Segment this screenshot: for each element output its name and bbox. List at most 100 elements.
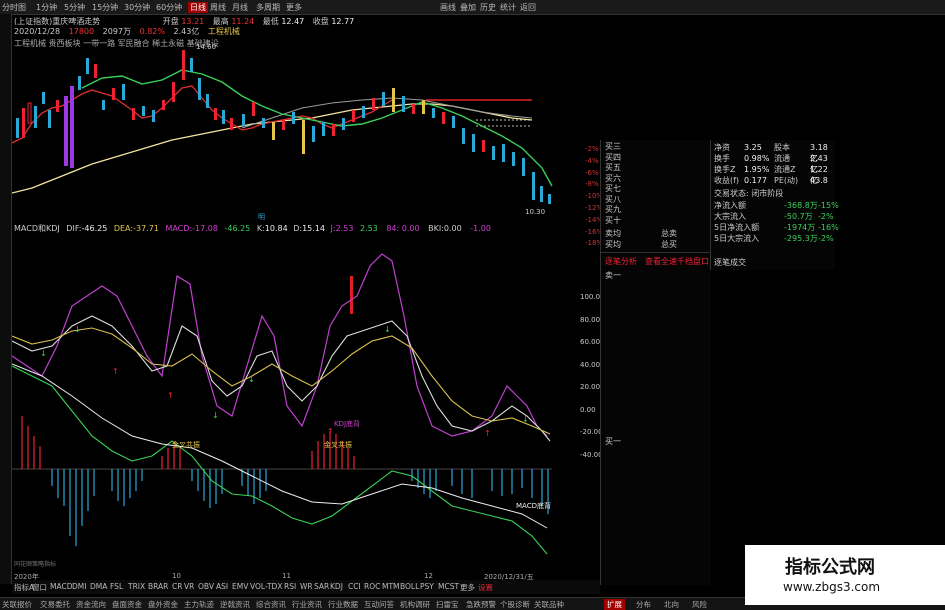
tab-full-depth[interactable]: 查看全速千档盘口 (645, 256, 709, 267)
bottom-tab[interactable]: 逆戟资讯 (220, 599, 250, 610)
bottom-tab[interactable]: 资金流向 (76, 599, 106, 610)
ind-tab[interactable]: VR (184, 582, 194, 591)
dif-repeat: -46.25 (224, 224, 251, 233)
annot-golden-1: 金叉共振 (172, 440, 200, 449)
low-value: 12.47 (281, 17, 305, 26)
tab-15min[interactable]: 15分钟 (92, 2, 118, 13)
ind-tab[interactable]: EMV (232, 582, 248, 591)
svg-text:↓: ↓ (248, 375, 255, 384)
flow-pct: -16% (818, 223, 839, 232)
ind-tab[interactable]: DMI (72, 582, 86, 591)
tab-60min[interactable]: 60分钟 (156, 2, 182, 13)
black-box (362, 288, 582, 322)
high-annotation: 14.60 (196, 43, 217, 51)
ind-tab[interactable]: 更多 (460, 582, 475, 593)
tab-daily[interactable]: 日线 (188, 2, 208, 13)
tick-panel-title[interactable]: 逐笔成交 (714, 257, 746, 268)
top-toolbar: 分时图 1分钟 5分钟 15分钟 30分钟 60分钟 日线 周线 月线 多周期 … (0, 0, 945, 15)
indicator-tab-bar: 指标A 窗口 MACD DMI DMA FSL TRIX BRAR CR VR … (12, 580, 600, 594)
time-label: 11 (282, 572, 291, 580)
date-value: 2020/12/28 (14, 27, 61, 36)
ind-tab[interactable]: MACD (50, 582, 72, 591)
ind-tab[interactable]: DMA (90, 582, 107, 591)
tab-more[interactable]: 更多 (286, 2, 302, 13)
ind-tab[interactable]: ROC (364, 582, 380, 591)
order-book-panel: 买三 买四 买五 买六 买七 买八 买九 买十 卖均 总卖 买均 总买 逐笔分析… (600, 140, 711, 585)
tab-fenshi[interactable]: 分时图 (2, 2, 26, 13)
tab-5min[interactable]: 5分钟 (64, 2, 85, 13)
tab-tick-analysis[interactable]: 逐笔分析 (605, 256, 637, 267)
ind-tab[interactable]: BRAR (148, 582, 168, 591)
ind-tab[interactable]: OBV (198, 582, 214, 591)
ind-tab[interactable]: MCST (438, 582, 459, 591)
stats-row: 收益(f) 0.177 PE(动) 43.8 (714, 175, 834, 186)
watermark-title: 指标公式网 (785, 557, 875, 578)
bottom-tab[interactable]: 机构调研 (400, 599, 430, 610)
ind-tab-settings[interactable]: 设置 (478, 582, 493, 593)
amount-value: 17800 (68, 27, 95, 36)
ind-tab[interactable]: BOLL (400, 582, 419, 591)
tab-multi[interactable]: 多周期 (256, 2, 280, 13)
tab-weekly[interactable]: 周线 (210, 2, 226, 13)
bottom-tab[interactable]: 主力轨迹 (184, 599, 214, 610)
right-tab-risk[interactable]: 风险 (692, 599, 707, 610)
close-value: 12.77 (331, 17, 355, 26)
flow-row: 大宗流入 -50.7万 -2% (714, 211, 834, 222)
dif-value: -46.25 (81, 224, 108, 233)
ind-tab[interactable]: RSI (284, 582, 296, 591)
svg-text:↓: ↓ (74, 325, 81, 334)
stat-label: 股本 (774, 143, 790, 152)
stats-button[interactable]: 统计 (500, 2, 516, 13)
bottom-tab[interactable]: 个股诊断 (500, 599, 530, 610)
bottom-tab[interactable]: 盘外资金 (148, 599, 178, 610)
ind-tab[interactable]: VOL-TDX (250, 582, 282, 591)
total-buy-label: 总买 (661, 240, 677, 249)
bottom-tab[interactable]: 行业资讯 (292, 599, 322, 610)
ind-tab[interactable]: PSY (420, 582, 434, 591)
stat-label: 收益(f) (714, 176, 740, 185)
bottom-tab[interactable]: 互动问答 (364, 599, 394, 610)
bottom-tab[interactable]: 交易委托 (40, 599, 70, 610)
ind-tab[interactable]: KDJ (330, 582, 343, 591)
right-tab-dist[interactable]: 分布 (636, 599, 651, 610)
sell-level: 买七 (605, 184, 621, 193)
ind-tab[interactable]: WR (300, 582, 313, 591)
category-label: 工程机械 (207, 27, 240, 36)
ind-tab[interactable]: 窗口 (32, 582, 47, 593)
time-label: 12 (424, 572, 433, 580)
sell-levels: 买三 买四 买五 买六 买七 买八 买九 买十 (605, 142, 621, 226)
dea-value: -37.71 (133, 224, 159, 233)
draw-button[interactable]: 画线 (440, 2, 456, 13)
right-tab-expand[interactable]: 扩展 (604, 599, 625, 610)
ind-tab[interactable]: MTM (382, 582, 400, 591)
stats-rows: 净资 3.25 股本 3.18亿 换手 0.98% 流通 2.43亿 换手Z 1… (714, 142, 834, 186)
bottom-tab[interactable]: 综合资讯 (256, 599, 286, 610)
bottom-tab[interactable]: 盘面资金 (112, 599, 142, 610)
ind-tab[interactable]: CCI (348, 582, 361, 591)
bottom-tab[interactable]: 关联品种 (534, 599, 564, 610)
bottom-tab[interactable]: 扫雷宝 (436, 599, 459, 610)
indicator-name[interactable]: MACD和KDJ (14, 224, 60, 233)
d-label: D: (293, 224, 303, 233)
ind-tab[interactable]: CR (172, 582, 182, 591)
tab-30min[interactable]: 30分钟 (124, 2, 150, 13)
overlay-button[interactable]: 叠加 (460, 2, 476, 13)
right-tab-north[interactable]: 北向 (664, 599, 679, 610)
bottom-tab[interactable]: 行业数据 (328, 599, 358, 610)
indicator-chart: ↑ ↑ ↑ ↑ ↓ ↓ ↓ ↓ ↓ ↓ 金叉共振 金叉共振 KDJ底背 MACD… (12, 236, 582, 576)
ind-tab[interactable]: TRIX (128, 582, 145, 591)
ind-tab[interactable]: SAR (314, 582, 329, 591)
bottom-tab[interactable]: 关联报价 (2, 599, 32, 610)
flow-pct: -2% (818, 212, 834, 221)
buy-one-label: 买一 (605, 437, 621, 446)
tab-1min[interactable]: 1分钟 (36, 2, 57, 13)
ind-tab[interactable]: ASI (216, 582, 228, 591)
tab-monthly[interactable]: 月线 (232, 2, 248, 13)
back-button[interactable]: 返回 (520, 2, 536, 13)
sell-level: 买八 (605, 194, 621, 204)
ind-tab[interactable]: FSL (110, 582, 123, 591)
svg-text:↓: ↓ (212, 411, 219, 420)
k-label: K: (256, 224, 265, 233)
history-button[interactable]: 历史 (480, 2, 496, 13)
bottom-tab[interactable]: 急跌预警 (466, 599, 496, 610)
